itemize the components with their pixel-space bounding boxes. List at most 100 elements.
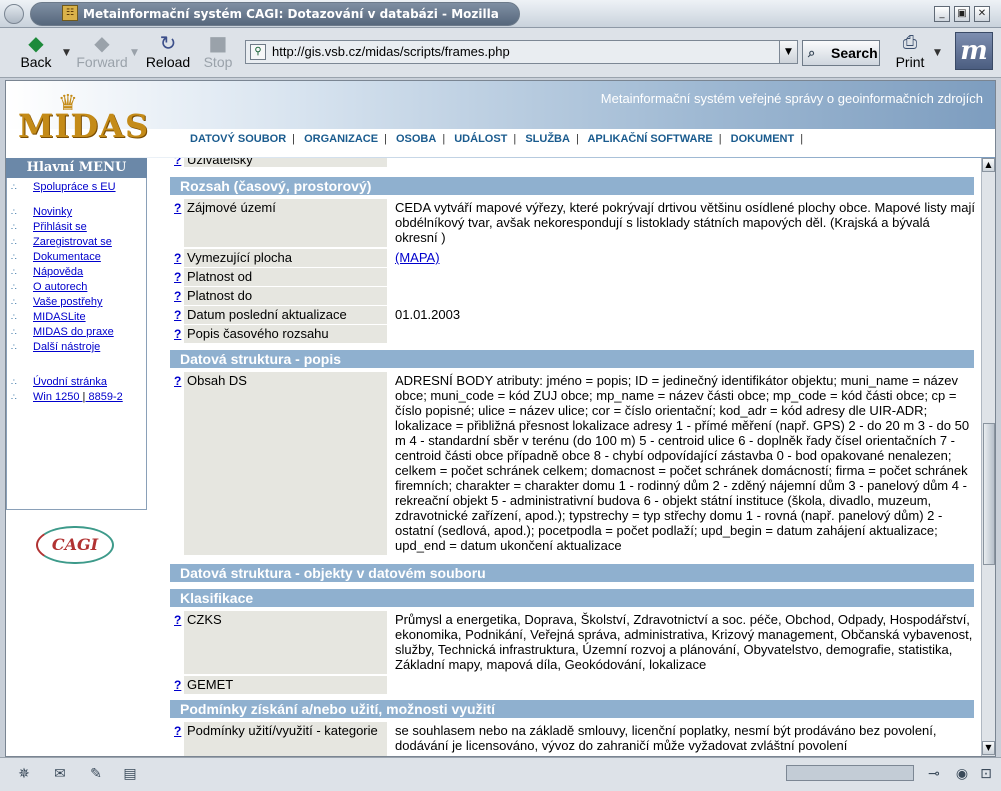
url-bar[interactable]: ⚲ http://gis.vsb.cz/midas/scripts/frames… — [245, 40, 798, 64]
progress-bar — [786, 765, 914, 781]
detail-row: ? Obsah DS ADRESNÍ BODY atributy: jméno … — [170, 372, 974, 555]
search-button[interactable]: ⌕ Search — [802, 40, 880, 66]
menu-item-prihlasit[interactable]: ∴ Přihlásit se — [11, 221, 87, 233]
online-status-icon[interactable]: ⊸ — [924, 766, 944, 782]
help-link[interactable]: ? — [174, 724, 181, 738]
bullet-icon: ∴ — [11, 342, 17, 352]
navigator-icon[interactable]: ✵ — [14, 766, 34, 782]
privacy-icon[interactable]: ◉ — [952, 766, 972, 782]
close-button[interactable]: ✕ — [974, 6, 990, 22]
url-dropdown-icon[interactable]: ▼ — [779, 41, 797, 63]
menu-item-vase-postrehy[interactable]: ∴ Vaše postřehy — [11, 296, 103, 308]
help-link[interactable]: ? — [174, 289, 181, 303]
detail-row: ? Zájmové území CEDA vytváří mapové výře… — [170, 199, 975, 247]
field-label: CZKS — [184, 611, 387, 674]
help-link[interactable]: ? — [174, 374, 181, 388]
scroll-thumb[interactable] — [983, 423, 995, 565]
bullet-icon: ∴ — [11, 252, 17, 262]
back-dropdown-icon[interactable]: ▼ — [63, 48, 73, 58]
bullet-icon: ∴ — [11, 207, 17, 217]
field-label: Vymezující plocha — [184, 249, 387, 267]
menu-item-napoveda[interactable]: ∴ Nápověda — [11, 266, 83, 278]
print-button[interactable]: ⎙ Print — [892, 32, 928, 74]
bullet-icon: ∴ — [11, 182, 17, 192]
window-menu-button[interactable] — [4, 4, 24, 24]
bullet-icon: ∴ — [11, 267, 17, 277]
forward-dropdown-icon[interactable]: ▼ — [131, 48, 141, 58]
field-value: 01.01.2003 — [395, 307, 461, 322]
field-label: Platnost od — [184, 268, 387, 286]
detail-row: ? Platnost do — [170, 287, 974, 305]
window-titlebar: Metainformační systém CAGI: Dotazování v… — [0, 0, 1001, 28]
forward-label: Forward — [76, 54, 128, 70]
help-link[interactable]: ? — [174, 327, 181, 341]
mail-icon[interactable]: ✉ — [50, 766, 70, 782]
nav-udalost[interactable]: UDÁLOST — [454, 133, 507, 145]
window-title: Metainformační systém CAGI: Dotazování v… — [83, 7, 499, 21]
map-link[interactable]: (MAPA) — [395, 250, 440, 265]
header-subtitle: Metainformační systém veřejné správy o g… — [600, 91, 983, 106]
field-label: Obsah DS — [184, 372, 387, 555]
scroll-up-icon[interactable]: ▲ — [982, 158, 995, 172]
reload-label: Reload — [145, 54, 191, 70]
composer-icon[interactable]: ✎ — [86, 766, 106, 782]
nav-sluzba[interactable]: SLUŽBA — [525, 133, 570, 145]
security-lock-icon[interactable]: ⊡ — [976, 766, 996, 782]
menu-item-zaregistrovat[interactable]: ∴ Zaregistrovat se — [11, 236, 112, 248]
address-book-icon[interactable]: ▤ — [120, 766, 140, 782]
minimize-button[interactable]: _ — [934, 6, 950, 22]
encoding-8859-2[interactable]: 8859-2 — [88, 391, 122, 403]
nav-organizace[interactable]: ORGANIZACE — [304, 133, 378, 145]
url-text[interactable]: http://gis.vsb.cz/midas/scripts/frames.p… — [272, 44, 510, 59]
nav-datovy-soubor[interactable]: DATOVÝ SOUBOR — [190, 133, 286, 145]
menu-item-midas-do-praxe[interactable]: ∴ MIDAS do praxe — [11, 326, 114, 338]
help-link[interactable]: ? — [174, 308, 181, 322]
navigation-toolbar: ◆ Back ▼ ◆ Forward ▼ ↻ Reload ■ Stop ⚲ h… — [0, 28, 1001, 78]
detail-row: ? Vymezující plocha (MAPA) — [170, 249, 974, 267]
scroll-down-icon[interactable]: ▼ — [982, 741, 995, 755]
encoding-win1250[interactable]: Win 1250 — [33, 391, 79, 403]
help-link[interactable]: ? — [174, 270, 181, 284]
menu-item-dalsi-nastroje[interactable]: ∴ Další nástroje — [11, 341, 100, 353]
content-scrollbar[interactable]: ▲ ▼ — [981, 158, 995, 756]
maximize-button[interactable]: ▣ — [954, 6, 970, 22]
left-menu: Hlavní MENU ∴ Spolupráce s EU ∴ Novinky ∴ P… — [6, 158, 147, 756]
detail-row: ? CZKS Průmysl a energetika, Doprava, Šk… — [170, 611, 974, 674]
bullet-icon: ∴ — [11, 222, 17, 232]
help-link[interactable]: ? — [174, 201, 181, 215]
nav-aplikacni-software[interactable]: APLIKAČNÍ SOFTWARE — [587, 133, 712, 145]
help-link[interactable]: ? — [174, 613, 181, 627]
reload-button[interactable]: ↻ Reload — [142, 32, 194, 74]
bullet-icon: ∴ — [11, 312, 17, 322]
printer-icon: ⎙ — [902, 32, 918, 53]
cagi-logo[interactable]: CAGI — [36, 526, 114, 564]
nav-osoba[interactable]: OSOBA — [396, 133, 436, 145]
back-label: Back — [20, 54, 52, 70]
midas-logo[interactable]: MIDAS — [18, 107, 149, 145]
menu-item-novinky[interactable]: ∴ Novinky — [11, 206, 72, 218]
menu-item-uvodni-stranka[interactable]: ∴ Úvodní stránka — [11, 376, 107, 388]
nav-dokument[interactable]: DOKUMENT — [731, 133, 795, 145]
menu-item-dokumentace[interactable]: ∴ Dokumentace — [11, 251, 101, 263]
stop-button[interactable]: ■ Stop — [192, 32, 244, 74]
search-icon: ⌕ — [808, 45, 816, 60]
field-label: Datum poslední aktualizace — [184, 306, 387, 324]
menu-item-midaslite[interactable]: ∴ MIDASLite — [11, 311, 86, 323]
detail-row: ? GEMET — [170, 676, 974, 694]
field-value: (MAPA) — [395, 250, 975, 265]
help-link[interactable]: ? — [174, 251, 181, 265]
print-dropdown-icon[interactable]: ▼ — [934, 48, 944, 58]
stop-label: Stop — [203, 54, 233, 70]
detail-row: ? Datum poslední aktualizace 01.01.2003 — [170, 306, 974, 324]
menu-item-spoluprace[interactable]: ∴ Spolupráce s EU — [11, 181, 116, 193]
bullet-icon: ∴ — [11, 327, 17, 337]
forward-button[interactable]: ◆ Forward — [76, 32, 128, 74]
mozilla-logo[interactable]: m — [955, 32, 993, 70]
help-link[interactable]: ? — [174, 158, 181, 167]
help-link[interactable]: ? — [174, 678, 181, 692]
app-icon: ☷ — [62, 5, 78, 21]
menu-item-o-autorech[interactable]: ∴ O autorech — [11, 281, 87, 293]
detail-row: ? Podmínky užití/využití - kategorie se … — [170, 722, 974, 756]
back-button[interactable]: ◆ Back — [10, 32, 62, 74]
status-bar: ✵ ✉ ✎ ▤ ⊸ ◉ ⊡ — [0, 757, 1001, 791]
